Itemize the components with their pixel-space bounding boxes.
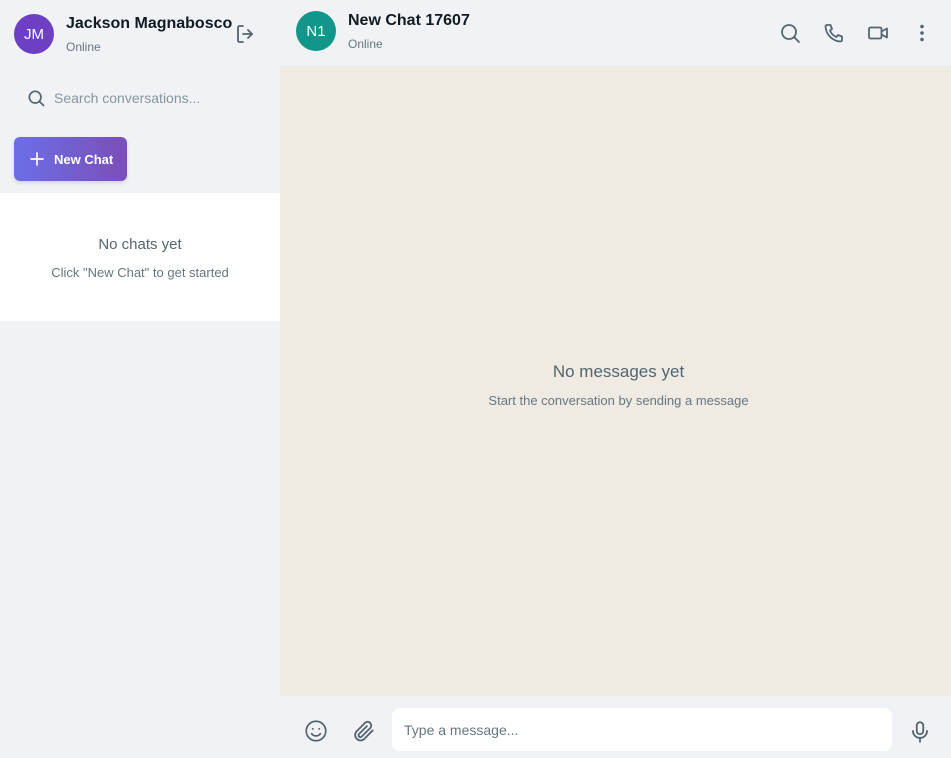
user-avatar[interactable]: JM	[14, 14, 54, 54]
chat-avatar[interactable]: N1	[296, 11, 336, 51]
search-icon	[26, 88, 46, 108]
message-composer	[280, 696, 951, 758]
empty-list-subtitle: Click "New Chat" to get started	[51, 265, 229, 280]
logout-icon[interactable]	[234, 22, 258, 46]
new-chat-label: New Chat	[54, 151, 114, 167]
messages-area: No messages yet Start the conversation b…	[280, 66, 951, 696]
chat-title: New Chat 17607	[348, 12, 470, 29]
new-chat-button[interactable]: New Chat	[14, 137, 127, 181]
no-messages-subtitle: Start the conversation by sending a mess…	[488, 393, 749, 408]
no-messages-title: No messages yet	[552, 362, 685, 381]
user-name: Jackson Magnabosco	[66, 15, 233, 32]
user-status: Online	[66, 40, 101, 54]
empty-list-title: No chats yet	[98, 236, 182, 253]
user-profile: JM Jackson Magnabosco Online	[0, 0, 280, 66]
phone-icon[interactable]	[822, 21, 846, 45]
video-icon[interactable]	[866, 21, 890, 45]
chat-header: N1 New Chat 17607 Online	[280, 0, 951, 66]
message-input[interactable]	[392, 708, 892, 751]
search-icon[interactable]	[778, 21, 802, 45]
attach-icon[interactable]	[351, 718, 377, 744]
emoji-icon[interactable]	[303, 718, 329, 744]
search-bar	[14, 80, 266, 116]
more-vertical-icon[interactable]	[910, 21, 934, 45]
chat-status: Online	[348, 37, 383, 51]
plus-icon	[28, 150, 46, 168]
sidebar: JM Jackson Magnabosco Online New Chat	[0, 0, 280, 758]
search-input[interactable]	[54, 80, 259, 116]
mic-icon[interactable]	[907, 719, 933, 745]
chat-list-empty: No chats yet Click "New Chat" to get sta…	[0, 193, 280, 321]
